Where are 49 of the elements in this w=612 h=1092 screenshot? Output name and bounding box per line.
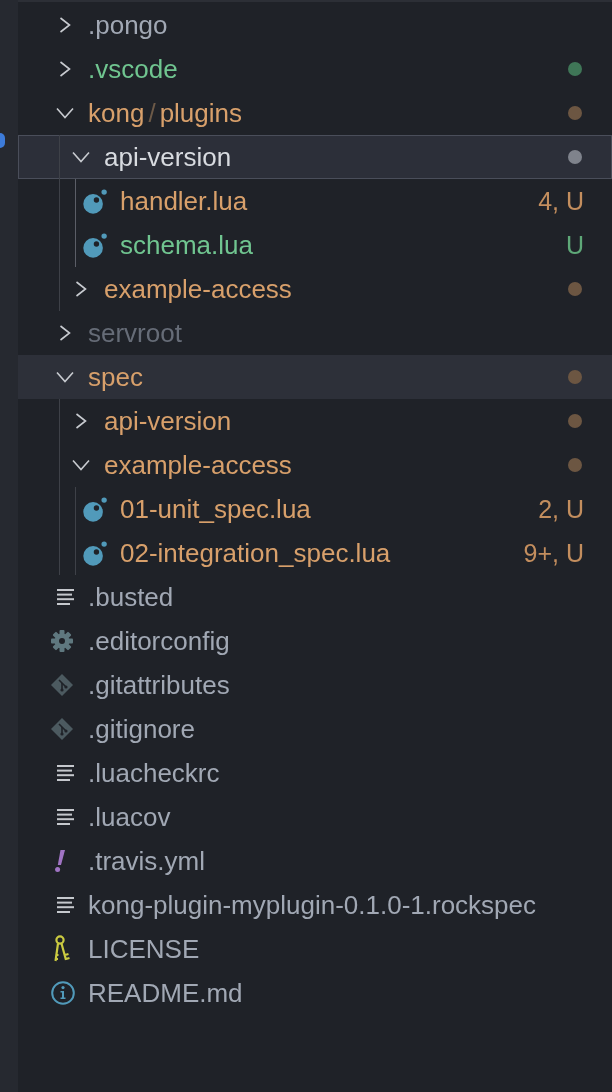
chevron-right-icon[interactable] — [59, 61, 71, 77]
chevron-right-icon[interactable] — [75, 413, 87, 429]
folder-item[interactable]: example-access — [18, 267, 612, 311]
file-item[interactable]: .gitignore — [18, 707, 612, 751]
file-item[interactable]: .luacov — [18, 795, 612, 839]
text-lines-icon — [57, 589, 74, 605]
file-item[interactable]: 01-unit_spec.lua 2, U — [18, 487, 612, 531]
file-item[interactable]: .travis.yml — [18, 839, 612, 883]
chevron-down-icon[interactable] — [56, 107, 74, 119]
file-item[interactable]: .editorconfig — [18, 619, 612, 663]
chevron-down-icon[interactable] — [56, 371, 74, 383]
status-text: U — [565, 230, 584, 260]
info-icon — [51, 981, 75, 1005]
file-item[interactable]: kong-plugin-myplugin-0.1.0-1.rockspec — [18, 883, 612, 927]
chevron-down-icon[interactable] — [72, 151, 90, 163]
file-item[interactable]: handler.lua 4, U — [18, 179, 612, 223]
planet-icon — [83, 188, 107, 214]
file-item[interactable]: schema.lua U — [18, 223, 612, 267]
file-item[interactable]: 02-integration_spec.lua 9+, U — [18, 531, 612, 575]
folder-item[interactable]: kong/plugins — [18, 91, 612, 135]
chevron-down-icon[interactable] — [72, 459, 90, 471]
gear-icon — [51, 630, 73, 652]
planet-icon — [83, 540, 107, 566]
chevron-right-icon[interactable] — [75, 281, 87, 297]
planet-icon — [83, 232, 107, 258]
text-lines-icon — [57, 765, 74, 781]
file-item[interactable]: .busted — [18, 575, 612, 619]
status-text: 9+, U — [523, 538, 584, 568]
file-item[interactable]: .gitattributes — [18, 663, 612, 707]
planet-icon — [83, 496, 107, 522]
file-item[interactable]: .luacheckrc — [18, 751, 612, 795]
text-lines-icon — [57, 809, 74, 825]
folder-item[interactable]: .pongo — [18, 3, 612, 47]
folder-item[interactable]: example-access — [18, 443, 612, 487]
folder-item[interactable]: .vscode — [18, 47, 612, 91]
folder-item[interactable]: spec — [18, 355, 612, 399]
diamond-branch-icon — [51, 674, 73, 696]
keys-icon — [53, 935, 71, 963]
file-item[interactable]: LICENSE — [18, 927, 612, 971]
folder-item[interactable]: api-version — [18, 399, 612, 443]
status-text: 4, U — [538, 186, 584, 216]
folder-item[interactable]: api-version — [18, 135, 612, 179]
diamond-branch-icon — [51, 718, 73, 740]
file-item[interactable]: README.md — [18, 971, 612, 1015]
text-lines-icon — [57, 897, 74, 913]
chevron-right-icon[interactable] — [59, 325, 71, 341]
exclamation-icon — [55, 850, 65, 872]
status-text: 2, U — [538, 494, 584, 524]
chevron-right-icon[interactable] — [59, 17, 71, 33]
